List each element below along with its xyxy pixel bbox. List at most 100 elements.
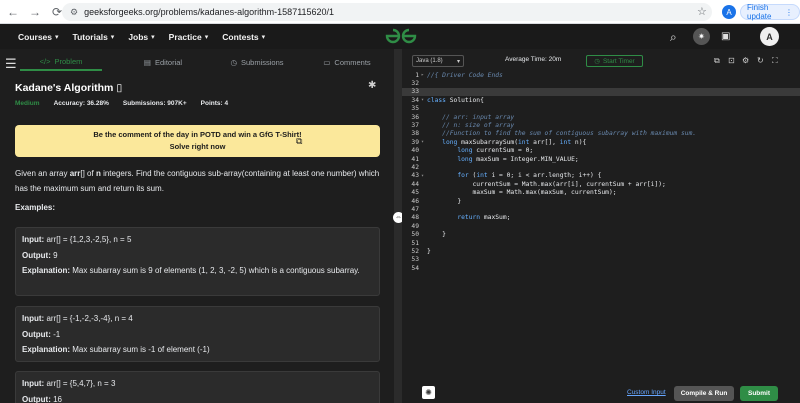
expand-icon[interactable]: ⊡ xyxy=(728,56,735,65)
chevron-down-icon: ▾ xyxy=(55,33,59,41)
problem-meta: Medium Accuracy: 36.28% Submissions: 907… xyxy=(15,100,228,107)
search-icon[interactable]: ⌕ xyxy=(670,30,677,45)
code-line: 43 ▾ for (int i = 0; i < arr.length; i++)… xyxy=(402,172,800,180)
code-line: 50 } xyxy=(402,231,800,239)
lightbulb-icon[interactable]: ✺ xyxy=(422,386,435,399)
code-text: } xyxy=(427,248,431,256)
tab-editorial[interactable]: ▤ Editorial xyxy=(122,53,204,71)
notes-icon[interactable]: ▣ xyxy=(721,31,730,42)
nav-label: Jobs xyxy=(128,31,149,42)
code-line: 1 ▸//{ Driver Code Ends xyxy=(402,71,800,79)
editor-bottom-bar: ✺ Custom Input Compile & Run Submit xyxy=(402,381,800,403)
code-text: // arr: input array xyxy=(427,113,515,121)
input-label: Input: xyxy=(22,235,45,244)
desc-arr: arr xyxy=(69,169,81,178)
language-select[interactable]: Java (1.8) ▾ xyxy=(412,55,464,67)
tab-label: Problem xyxy=(54,56,83,66)
nav-contests[interactable]: Contests ▾ xyxy=(222,32,265,42)
code-text: long currentSum = 0; xyxy=(457,147,534,155)
code-line: 34 ▾ class Solution{ xyxy=(402,96,800,104)
chevron-down-icon: ▾ xyxy=(204,33,209,41)
settings-icon[interactable]: ⚙ xyxy=(742,56,749,65)
tab-label: Editorial xyxy=(154,57,183,67)
code-text: // n: size of array xyxy=(427,122,515,130)
input-label: Input: xyxy=(22,379,45,388)
line-number: 35 xyxy=(411,105,419,113)
problem-title: Kadane's Algorithm ▯ xyxy=(15,82,122,94)
hamburger-menu-icon[interactable]: ☰ xyxy=(5,56,17,72)
code-text: for (int i = 0; i < arr.length; i++) { xyxy=(457,172,602,180)
back-icon[interactable]: ← xyxy=(4,3,22,21)
line-number: 42 xyxy=(411,164,419,172)
code-text: long maxSubarraySum(int arr[], int n){ xyxy=(442,138,587,146)
finish-update-button[interactable]: Finish update ⋮ xyxy=(740,3,800,21)
code-line: 54 xyxy=(402,264,800,272)
line-number: 47 xyxy=(411,206,419,214)
url-bar[interactable]: ⚙ geeksforgeeks.org/problems/kadanes-alg… xyxy=(62,3,712,21)
points: Points: 4 xyxy=(201,100,228,107)
example-output: Output: 16 xyxy=(22,392,373,403)
tab-submissions[interactable]: ◷ Submissions xyxy=(216,53,298,71)
nav-jobs[interactable]: Jobs ▾ xyxy=(128,32,154,42)
gfg-logo-icon xyxy=(385,28,417,44)
user-avatar[interactable]: A xyxy=(760,27,779,46)
potd-banner[interactable]: Be the comment of the day in POTD and wi… xyxy=(15,125,380,157)
code-line: 36 // arr: input array xyxy=(402,113,800,121)
line-number: 49 xyxy=(411,222,419,230)
line-number: 52 xyxy=(411,248,419,256)
line-number: 39 xyxy=(411,138,419,146)
code-line: 42 xyxy=(402,163,800,171)
compile-run-button[interactable]: Compile & Run xyxy=(674,386,734,401)
panel-splitter[interactable] xyxy=(394,49,402,403)
theme-toggle-icon[interactable]: ✷ xyxy=(693,28,710,45)
url-text: geeksforgeeks.org/problems/kadanes-algor… xyxy=(84,7,335,17)
site-header: Courses ▾ Tutorials ▾ Jobs ▾ Practice ▾ Cont… xyxy=(0,24,800,49)
explanation-label: Explanation: xyxy=(22,345,71,354)
fullscreen-icon[interactable]: ⛶ xyxy=(772,56,778,66)
line-number: 44 xyxy=(411,180,419,188)
code-line: 37 // n: size of array xyxy=(402,121,800,129)
potd-line1: Be the comment of the day in POTD and wi… xyxy=(93,130,302,139)
line-number: 41 xyxy=(411,155,419,163)
code-line: 45 maxSum = Math.max(maxSum, currentSum)… xyxy=(402,189,800,197)
custom-input-link[interactable]: Custom Input xyxy=(627,389,666,396)
nav-practice[interactable]: Practice ▾ xyxy=(169,32,209,42)
tab-comments[interactable]: ▭ Comments xyxy=(306,53,388,71)
difficulty-badge: Medium xyxy=(15,100,40,107)
desc-text: Given an array xyxy=(15,169,70,178)
tab-label: Comments xyxy=(334,57,371,67)
bookmark-icon[interactable]: ▯ xyxy=(116,82,122,94)
document-icon: ▤ xyxy=(143,57,151,67)
bookmark-star-icon[interactable]: ☆ xyxy=(697,5,707,18)
problem-description: Given an array arr[] of n integers. Find… xyxy=(15,166,380,196)
problem-tabs: ☰ </> Problem ▤ Editorial ◷ Submissions ▭ Co… xyxy=(0,53,394,71)
browser-profile-avatar[interactable]: A xyxy=(722,5,736,19)
start-timer-button[interactable]: ◷ Start Timer xyxy=(586,55,643,67)
code-editor[interactable]: 1 ▸//{ Driver Code Ends 32 33 34 ▾ class Solut… xyxy=(402,71,800,366)
explanation-value: Max subarray sum is -1 of element (-1) xyxy=(72,345,210,354)
example-box: Input: arr[] = {5,4,7}, n = 3 Output: 16 xyxy=(15,371,380,403)
problem-title-text: Kadane's Algorithm xyxy=(15,82,114,94)
nav-courses[interactable]: Courses ▾ xyxy=(18,32,59,42)
input-value: arr[] = {-1,-2,-3,-4}, n = 4 xyxy=(46,314,133,323)
code-text: //Function to find the sum of contiguous… xyxy=(427,130,697,138)
nav-label: Practice xyxy=(168,31,202,42)
site-info-icon[interactable]: ⚙ xyxy=(70,7,78,18)
example-input: Input: arr[] = {5,4,7}, n = 3 xyxy=(22,376,373,392)
language-value: Java (1.8) xyxy=(416,58,443,64)
tab-problem[interactable]: </> Problem xyxy=(20,53,102,71)
forward-icon[interactable]: → xyxy=(26,3,44,21)
reset-icon[interactable]: ↻ xyxy=(757,56,764,65)
explanation-label: Explanation: xyxy=(22,266,71,275)
copy-icon[interactable]: ⧉ xyxy=(714,56,720,66)
gfg-logo[interactable] xyxy=(384,27,418,49)
clock-icon: ◷ xyxy=(230,57,237,67)
line-number: 40 xyxy=(411,147,419,155)
report-bug-icon[interactable]: ✱ xyxy=(368,80,376,91)
code-line: 46 } xyxy=(402,197,800,205)
code-line: 48 return maxSum; xyxy=(402,214,800,222)
line-number: 53 xyxy=(411,256,419,264)
output-value: 9 xyxy=(53,250,58,260)
nav-tutorials[interactable]: Tutorials ▾ xyxy=(73,32,115,42)
submit-button[interactable]: Submit xyxy=(740,386,778,401)
